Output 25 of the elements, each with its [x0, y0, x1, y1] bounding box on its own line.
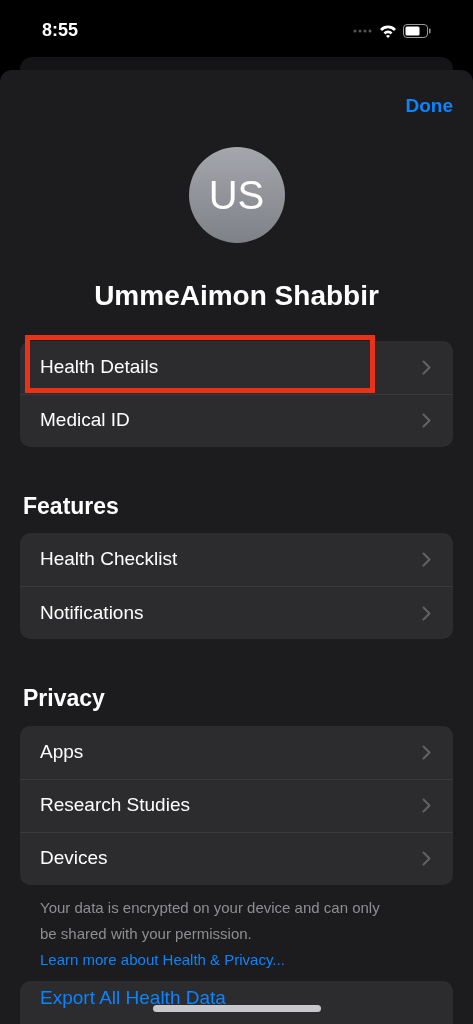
status-time: 8:55: [42, 19, 79, 42]
list-row[interactable]: Devices: [20, 831, 453, 885]
privacy-link[interactable]: Learn more about Health & Privacy...: [40, 946, 397, 973]
section-heading: Features: [22, 491, 120, 521]
list-row[interactable]: Health Checklist: [20, 533, 453, 586]
section-heading: Privacy: [22, 684, 106, 713]
wifi-icon: [379, 23, 397, 38]
chevron-icon: [422, 744, 431, 760]
list-row[interactable]: Health Details: [20, 340, 453, 394]
avatar: US: [188, 146, 285, 243]
chevron-icon: [422, 359, 431, 375]
privacy-note: Your data is encrypted on your device and can only be shared with your permission.: [40, 897, 381, 944]
profile-name: UmmeAimon Shabbir: [94, 278, 379, 313]
list-row[interactable]: Notifications: [20, 586, 453, 639]
chevron-icon: [422, 552, 431, 567]
chevron-icon: [422, 798, 431, 813]
chevron-icon: [422, 851, 431, 866]
list-row[interactable]: Research Studies: [20, 778, 453, 832]
chevron-icon: [422, 413, 431, 428]
list-row[interactable]: Apps: [20, 725, 453, 779]
battery-icon: [403, 23, 431, 38]
done-button[interactable]: Done: [405, 92, 453, 121]
chevron-icon: [422, 605, 431, 621]
signal-icon: [353, 28, 373, 33]
list-row[interactable]: Medical ID: [20, 393, 453, 447]
